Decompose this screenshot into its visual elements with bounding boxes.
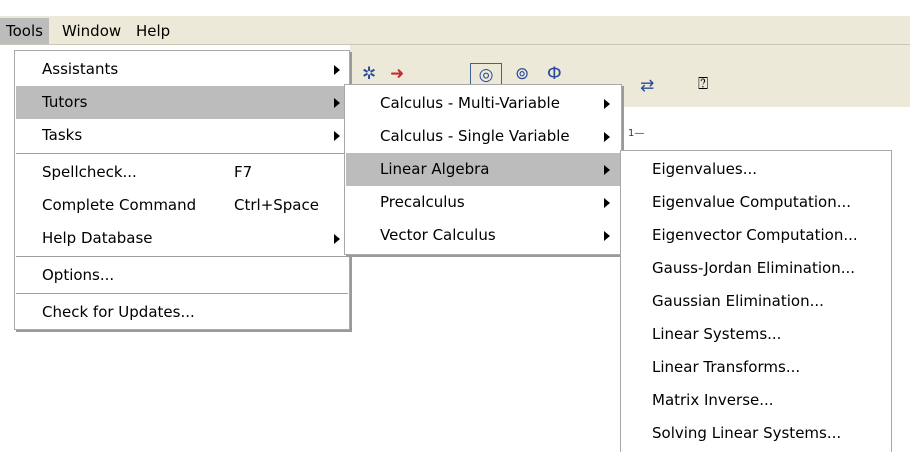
menu-item-matrix-inverse[interactable]: Matrix Inverse... [622, 384, 890, 417]
menubar: Tools Window Help [0, 0, 910, 45]
menu-item-eigenvalue-computation[interactable]: Eigenvalue Computation... [622, 186, 890, 219]
submenu-arrow-icon [604, 132, 610, 142]
menu-item-label: Matrix Inverse... [652, 391, 774, 409]
menu-item-label: Gauss-Jordan Elimination... [652, 259, 856, 277]
menu-separator [16, 256, 348, 258]
graph-icon[interactable]: Ф [547, 63, 562, 85]
menu-item-label: Assistants [42, 60, 119, 78]
submenu-arrow-icon [334, 131, 340, 141]
submenu-arrow-icon [604, 99, 610, 109]
menu-item-tutors[interactable]: Tutors [16, 86, 348, 119]
menu-item-vector-calculus[interactable]: Vector Calculus [346, 219, 620, 252]
menu-item-shortcut: Ctrl+Space [234, 196, 319, 214]
linear-algebra-submenu: Eigenvalues... Eigenvalue Computation...… [620, 150, 892, 452]
menu-item-eigenvalues[interactable]: Eigenvalues... [622, 153, 890, 186]
tools-menu: Assistants Tutors Tasks Spellcheck... F7… [14, 50, 350, 330]
menu-item-tasks[interactable]: Tasks [16, 119, 348, 152]
toolbar-subscript: 1— [628, 128, 645, 139]
menu-item-label: Gaussian Elimination... [652, 292, 824, 310]
menu-item-gaussian-elimination[interactable]: Gaussian Elimination... [622, 285, 890, 318]
tutors-submenu: Calculus - Multi-Variable Calculus - Sin… [344, 84, 622, 255]
menu-separator [16, 293, 348, 295]
menu-item-shortcut: F7 [234, 163, 253, 181]
menu-item-precalculus[interactable]: Precalculus [346, 186, 620, 219]
menu-item-label: Tasks [42, 126, 83, 144]
menu-item-label: Options... [42, 266, 115, 284]
menu-item-label: Linear Algebra [380, 160, 490, 178]
menu-separator [16, 153, 348, 155]
menu-item-complete-command[interactable]: Complete Command Ctrl+Space [16, 189, 348, 222]
menubar-window[interactable]: Window [56, 18, 127, 44]
submenu-arrow-icon [604, 165, 610, 175]
menu-item-label: Tutors [42, 93, 88, 111]
menu-item-label: Calculus - Single Variable [380, 127, 570, 145]
menu-item-label: Complete Command [42, 196, 197, 214]
submenu-arrow-icon [334, 98, 340, 108]
menu-item-label: Solving Linear Systems... [652, 424, 842, 442]
menubar-help[interactable]: Help [130, 18, 176, 44]
menu-item-label: Precalculus [380, 193, 465, 211]
menu-item-label: Eigenvector Computation... [652, 226, 858, 244]
menu-item-check-for-updates[interactable]: Check for Updates... [16, 296, 348, 329]
submenu-arrow-icon [604, 198, 610, 208]
zoom-icon[interactable]: ⊚ [515, 63, 529, 85]
menu-item-gauss-jordan-elimination[interactable]: Gauss-Jordan Elimination... [622, 252, 890, 285]
menu-item-label: Linear Systems... [652, 325, 782, 343]
menu-item-solving-linear-systems[interactable]: Solving Linear Systems... [622, 417, 890, 450]
menu-item-spellcheck[interactable]: Spellcheck... F7 [16, 156, 348, 189]
menu-item-eigenvector-computation[interactable]: Eigenvector Computation... [622, 219, 890, 252]
arrow-icon[interactable]: ➜ [390, 63, 404, 85]
menu-item-assistants[interactable]: Assistants [16, 53, 348, 86]
menu-item-linear-systems[interactable]: Linear Systems... [622, 318, 890, 351]
menu-item-linear-transforms[interactable]: Linear Transforms... [622, 351, 890, 384]
menu-item-label: Eigenvalues... [652, 160, 757, 178]
menu-item-label: Spellcheck... [42, 163, 137, 181]
menu-item-label: Check for Updates... [42, 303, 195, 321]
menu-item-help-database[interactable]: Help Database [16, 222, 348, 255]
swap-icon[interactable]: ⇄ [640, 75, 654, 97]
menu-item-options[interactable]: Options... [16, 259, 348, 292]
menu-item-label: Linear Transforms... [652, 358, 801, 376]
help-icon[interactable]: ⍰ [698, 73, 708, 95]
plot-icon[interactable]: ✲ [362, 63, 376, 85]
display-icon[interactable]: ◎ [470, 63, 502, 85]
menu-item-calculus-single-variable[interactable]: Calculus - Single Variable [346, 120, 620, 153]
menu-item-calculus-multi-variable[interactable]: Calculus - Multi-Variable [346, 87, 620, 120]
menu-item-label: Help Database [42, 229, 153, 247]
menu-item-label: Vector Calculus [380, 226, 496, 244]
submenu-arrow-icon [334, 65, 340, 75]
menu-item-label: Eigenvalue Computation... [652, 193, 852, 211]
menu-item-linear-algebra[interactable]: Linear Algebra [346, 153, 620, 186]
menu-item-label: Calculus - Multi-Variable [380, 94, 560, 112]
window-top-strip [0, 0, 910, 16]
submenu-arrow-icon [604, 231, 610, 241]
submenu-arrow-icon [334, 234, 340, 244]
menubar-tools[interactable]: Tools [0, 18, 49, 44]
